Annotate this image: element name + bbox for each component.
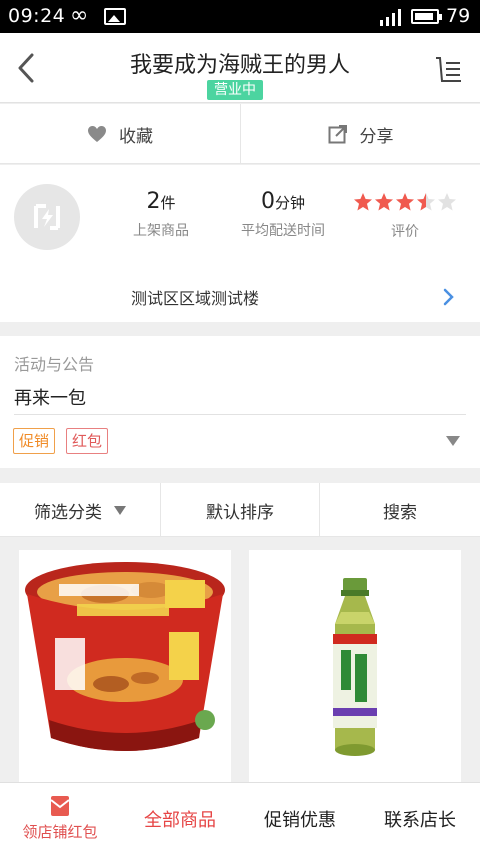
rating-label: 评价 [391, 224, 419, 240]
announcement-text: 再来一包 [14, 388, 86, 409]
nav-all-products-label: 全部商品 [144, 809, 216, 831]
chevron-right-icon [443, 288, 454, 306]
sort-button[interactable]: 默认排序 [160, 483, 320, 537]
star-icon [374, 193, 393, 211]
image-icon [104, 8, 126, 25]
sort-label: 默认排序 [206, 502, 274, 523]
nav-promotions[interactable]: 促销优惠 [240, 783, 360, 853]
action-bar: 收藏 分享 [0, 104, 480, 164]
heart-icon [88, 126, 106, 142]
filter-bar: 筛选分类 默认排序 搜索 [0, 483, 480, 537]
nav-contact-label: 联系店长 [384, 809, 456, 831]
announcement-heading: 活动与公告 [14, 355, 95, 374]
share-icon [328, 125, 347, 144]
green-tea-bottle-image [333, 578, 377, 756]
delivery-label: 平均配送时间 [241, 223, 325, 239]
promo-tag: 促销 [13, 428, 56, 454]
header: 我要成为海贼王的男人 营业中 [0, 33, 480, 103]
stat-rating: 评价 [345, 189, 465, 241]
sync-icon: ∞ [70, 3, 89, 28]
items-unit: 件 [160, 194, 176, 212]
cart-list-icon[interactable] [433, 53, 465, 87]
nav-redpack[interactable]: 领店铺红包 [0, 783, 120, 853]
nav-all-products[interactable]: 全部商品 [120, 783, 240, 853]
share-button[interactable]: 分享 [240, 104, 480, 164]
favorite-label: 收藏 [119, 126, 153, 147]
search-button[interactable]: 搜索 [320, 483, 480, 537]
nav-promotions-label: 促销优惠 [264, 809, 336, 831]
share-label: 分享 [359, 126, 394, 147]
favorite-button[interactable]: 收藏 [0, 104, 240, 164]
star-icon [416, 193, 435, 211]
product-grid [0, 538, 480, 784]
store-address-row[interactable]: 测试区区域测试楼 [0, 273, 480, 318]
announcement-section: 活动与公告 再来一包 促销 红包 [0, 336, 480, 468]
items-count: 2 [146, 189, 161, 214]
battery-level: 79 [446, 5, 471, 27]
star-icon [353, 193, 372, 211]
delivery-time: 0 [260, 189, 275, 214]
status-time: 09:24 [8, 5, 66, 27]
red-envelope-icon [50, 796, 70, 816]
star-icon [395, 193, 414, 211]
nav-contact-owner[interactable]: 联系店长 [360, 783, 480, 853]
store-title: 我要成为海贼王的男人 [129, 53, 350, 78]
items-label: 上架商品 [133, 223, 189, 239]
signal-icon [380, 9, 401, 26]
category-filter[interactable]: 筛选分类 [0, 483, 160, 537]
star-icon [437, 193, 456, 211]
search-label: 搜索 [383, 502, 417, 523]
store-address: 测试区区域测试楼 [130, 289, 259, 308]
status-badge: 营业中 [207, 80, 263, 100]
stat-items: 2件 上架商品 [101, 189, 221, 240]
bottom-nav: 领店铺红包 全部商品 促销优惠 联系店长 [0, 782, 480, 853]
nav-redpack-label: 领店铺红包 [22, 823, 98, 841]
store-info: 2件 上架商品 0分钟 平均配送时间 评价 测试区区域测试楼 [0, 165, 480, 322]
lightning-icon [34, 204, 60, 230]
battery-icon [411, 9, 442, 24]
status-bar: 09:24 ∞ 79 [0, 0, 480, 33]
redpack-tag: 红包 [66, 428, 109, 454]
dropdown-icon [114, 505, 126, 515]
divider [14, 414, 466, 415]
rating-stars [345, 189, 465, 215]
product-card[interactable] [249, 550, 461, 784]
expand-arrow-icon[interactable] [446, 436, 460, 446]
store-logo [14, 184, 80, 250]
stat-delivery: 0分钟 平均配送时间 [223, 189, 343, 240]
delivery-unit: 分钟 [274, 194, 305, 212]
noodle-bowl-image [25, 562, 225, 751]
category-filter-label: 筛选分类 [34, 502, 102, 523]
product-card[interactable] [19, 550, 231, 784]
